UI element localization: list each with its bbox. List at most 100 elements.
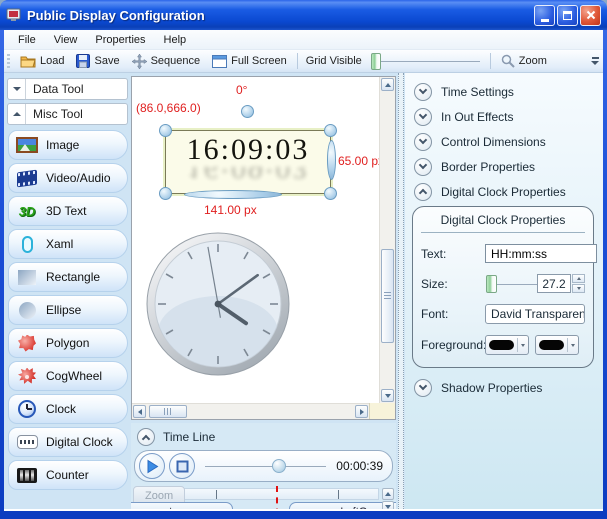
- toolbar-grip[interactable]: [7, 54, 10, 68]
- sidebar-group-misc-tool[interactable]: Misc Tool: [7, 103, 128, 125]
- track-item[interactable]: LeftGau: [289, 502, 396, 509]
- resize-handle-right[interactable]: [327, 140, 336, 180]
- zoom-button[interactable]: Zoom: [495, 52, 553, 70]
- timeline-slider[interactable]: [205, 458, 327, 474]
- canvas-viewport[interactable]: 0° (86.0,666.0) 16:09:03 16:09:03 65.00 …: [132, 77, 379, 403]
- collapse-circle-button[interactable]: [414, 182, 432, 201]
- divider: [517, 338, 518, 352]
- horizontal-scroll-thumb[interactable]: [149, 405, 187, 418]
- chevron-down-icon: [418, 381, 428, 391]
- section-time-settings[interactable]: Time Settings: [405, 79, 603, 104]
- load-button[interactable]: Load: [14, 53, 70, 70]
- tool-item-3d-text[interactable]: 3D 3D Text: [8, 196, 128, 226]
- section-digital-clock-properties[interactable]: Digital Clock Properties: [405, 179, 603, 204]
- tracks-mini-scrollbar[interactable]: [382, 488, 394, 509]
- tool-item-rectangle[interactable]: Rectangle: [8, 262, 128, 292]
- horizontal-scrollbar[interactable]: [132, 403, 369, 419]
- maximize-icon: [563, 10, 572, 20]
- section-control-dimensions[interactable]: Control Dimensions: [405, 129, 603, 154]
- tool-label: Counter: [46, 468, 89, 482]
- panel-splitter[interactable]: [398, 73, 404, 509]
- section-shadow-properties[interactable]: Shadow Properties: [405, 375, 603, 400]
- track-item[interactable]: ometer: [131, 502, 233, 509]
- expand-circle-button[interactable]: [414, 82, 432, 101]
- menu-properties[interactable]: Properties: [86, 31, 154, 49]
- save-button[interactable]: Save: [70, 52, 125, 70]
- titlebar: Public Display Configuration: [0, 0, 607, 30]
- slider-thumb[interactable]: [486, 274, 497, 293]
- resize-handle-bottom-left[interactable]: [159, 187, 172, 200]
- design-canvas[interactable]: 0° (86.0,666.0) 16:09:03 16:09:03 65.00 …: [131, 76, 396, 420]
- full-screen-label: Full Screen: [231, 55, 287, 67]
- digital-clock-element[interactable]: 16:09:03 16:09:03: [165, 130, 331, 194]
- scroll-up-button[interactable]: [381, 78, 394, 91]
- resize-handle-top-left[interactable]: [159, 124, 172, 137]
- playhead-marker[interactable]: [276, 486, 278, 509]
- section-label: Time Settings: [441, 84, 514, 99]
- slider-thumb[interactable]: [370, 52, 381, 70]
- arrow-up-icon: [384, 82, 391, 87]
- tool-label: Rectangle: [46, 270, 101, 284]
- tool-item-clock[interactable]: Clock: [8, 394, 128, 424]
- tool-list: Image Video/Audio 3D 3D Text Xaml Rectan…: [8, 130, 128, 493]
- stop-button[interactable]: [169, 453, 195, 479]
- foreground-color-picker-1[interactable]: [485, 335, 529, 355]
- client-area: File View Properties Help Load Save Sequ…: [4, 30, 603, 511]
- scroll-right-button[interactable]: [355, 405, 368, 418]
- tool-item-image[interactable]: Image: [8, 130, 128, 160]
- resize-handle-bottom[interactable]: [184, 190, 282, 199]
- spin-up-button[interactable]: [572, 274, 585, 283]
- tool-item-polygon[interactable]: Polygon: [8, 328, 128, 358]
- menu-view[interactable]: View: [45, 31, 87, 49]
- slider-thumb[interactable]: [271, 459, 286, 473]
- expand-circle-button[interactable]: [414, 132, 432, 151]
- tool-item-ellipse[interactable]: Ellipse: [8, 295, 128, 325]
- resize-handle-bottom-right[interactable]: [324, 187, 337, 200]
- expand-circle-button[interactable]: [414, 107, 432, 126]
- close-button[interactable]: [580, 4, 601, 26]
- analog-clock-element[interactable]: [144, 230, 292, 378]
- play-button[interactable]: [139, 453, 165, 479]
- resize-handle-top-right[interactable]: [324, 124, 337, 137]
- scroll-down-button[interactable]: [382, 501, 394, 509]
- tool-item-digital-clock[interactable]: Digital Clock: [8, 427, 128, 457]
- section-border-properties[interactable]: Border Properties: [405, 154, 603, 179]
- expand-circle-button[interactable]: [414, 378, 432, 397]
- spin-down-button[interactable]: [572, 284, 585, 293]
- tool-item-cogwheel[interactable]: CogWheel: [8, 361, 128, 391]
- size-spinner[interactable]: 27.2: [537, 274, 585, 293]
- tool-label: Image: [46, 138, 80, 152]
- full-screen-button[interactable]: Full Screen: [206, 53, 293, 70]
- tool-item-xaml[interactable]: Xaml: [8, 229, 128, 259]
- collapse-button[interactable]: [8, 104, 26, 124]
- text-input[interactable]: [485, 244, 597, 263]
- grid-visible-slider[interactable]: [370, 52, 482, 70]
- arrow-down-icon: [576, 287, 581, 290]
- timeline-tracks-area: Zoom ometer LeftGau: [131, 486, 396, 509]
- expand-circle-button[interactable]: [414, 157, 432, 176]
- size-value[interactable]: 27.2: [537, 274, 571, 293]
- tool-item-counter[interactable]: Counter: [8, 460, 128, 490]
- collapse-circle-button[interactable]: [137, 428, 155, 446]
- menu-help[interactable]: Help: [155, 31, 196, 49]
- sequence-button[interactable]: Sequence: [126, 52, 207, 71]
- vertical-scrollbar[interactable]: [379, 77, 395, 403]
- rotation-handle[interactable]: [241, 105, 254, 118]
- foreground-color-picker-2[interactable]: [535, 335, 579, 355]
- menu-file[interactable]: File: [9, 31, 45, 49]
- timeline-header[interactable]: Time Line: [131, 423, 396, 449]
- minimize-button[interactable]: [534, 4, 555, 26]
- maximize-button[interactable]: [557, 4, 578, 26]
- vertical-scroll-thumb[interactable]: [381, 249, 394, 343]
- size-slider[interactable]: [485, 274, 537, 293]
- expand-button[interactable]: [8, 79, 26, 99]
- toolbar-overflow-button[interactable]: [588, 52, 602, 71]
- scroll-left-button[interactable]: [133, 405, 146, 418]
- tool-item-video-audio[interactable]: Video/Audio: [8, 163, 128, 193]
- section-in-out-effects[interactable]: In Out Effects: [405, 104, 603, 129]
- size-label: Size:: [421, 276, 448, 291]
- font-combobox[interactable]: David Transparent: [485, 304, 585, 324]
- scroll-up-button[interactable]: [382, 488, 394, 500]
- sidebar-group-data-tool[interactable]: Data Tool: [7, 78, 128, 100]
- scroll-down-button[interactable]: [381, 389, 394, 402]
